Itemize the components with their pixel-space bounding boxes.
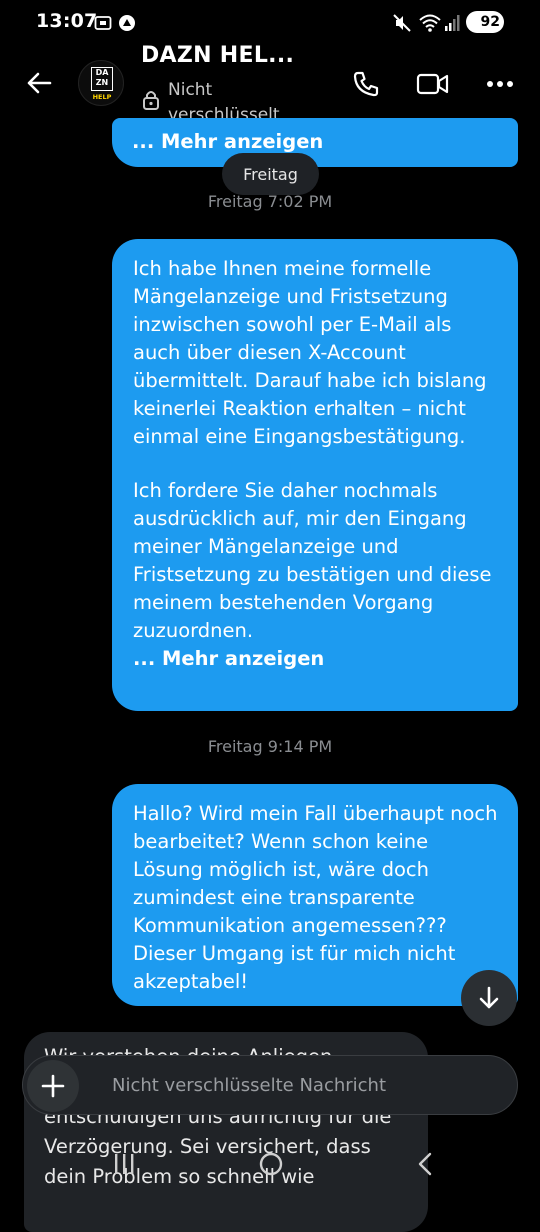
scroll-down-icon — [479, 986, 499, 1009]
battery-indicator: 92 — [466, 11, 504, 33]
screenshot-icon — [94, 16, 112, 30]
day-separator: Freitag — [222, 153, 319, 195]
avatar[interactable]: DA ZN HELP — [78, 60, 124, 106]
message-text: Ich habe Ihnen meine formelle Mängelanze… — [133, 257, 487, 448]
more-icon[interactable] — [486, 79, 514, 89]
phone-icon[interactable] — [352, 70, 380, 98]
nav-back-icon[interactable] — [414, 1150, 436, 1178]
plus-icon — [41, 1074, 65, 1098]
message-bubble-outgoing[interactable]: ... Mehr anzeigen — [112, 118, 518, 167]
show-more-link[interactable]: ... Mehr anzeigen — [133, 645, 504, 673]
battery-level: 92 — [480, 14, 500, 30]
message-text: Hallo? Wird mein Fall überhaupt noch bea… — [133, 802, 498, 993]
message-text: Ich fordere Sie daher nochmals ausdrückl… — [133, 479, 492, 642]
video-icon[interactable] — [416, 71, 450, 97]
lock-icon — [143, 91, 159, 110]
message-input[interactable] — [112, 1068, 502, 1102]
message-timestamp: Freitag 9:14 PM — [207, 737, 333, 756]
nav-recents-icon[interactable] — [112, 1150, 136, 1178]
avatar-logo-tag: HELP — [92, 93, 112, 101]
status-time: 13:07 — [36, 10, 98, 32]
message-timestamp: Freitag 7:02 PM — [207, 192, 333, 211]
avatar-logo-bottom: ZN — [95, 78, 109, 87]
avatar-logo-top: DA — [95, 68, 109, 77]
wifi-icon — [419, 14, 441, 32]
sync-icon — [119, 15, 135, 31]
mute-icon — [393, 14, 411, 32]
page-title[interactable]: DAZN HEL... — [141, 43, 294, 68]
message-bubble-outgoing[interactable]: Hallo? Wird mein Fall überhaupt noch bea… — [112, 784, 518, 1006]
back-arrow-icon[interactable] — [26, 70, 52, 96]
add-attachment-button[interactable] — [27, 1060, 79, 1112]
signal-icon — [445, 15, 460, 31]
show-more-link[interactable]: ... Mehr anzeigen — [132, 130, 323, 153]
message-bubble-outgoing[interactable]: Ich habe Ihnen meine formelle Mängelanze… — [112, 239, 518, 711]
nav-home-icon[interactable] — [257, 1150, 285, 1178]
scroll-to-bottom-button[interactable] — [461, 970, 517, 1026]
